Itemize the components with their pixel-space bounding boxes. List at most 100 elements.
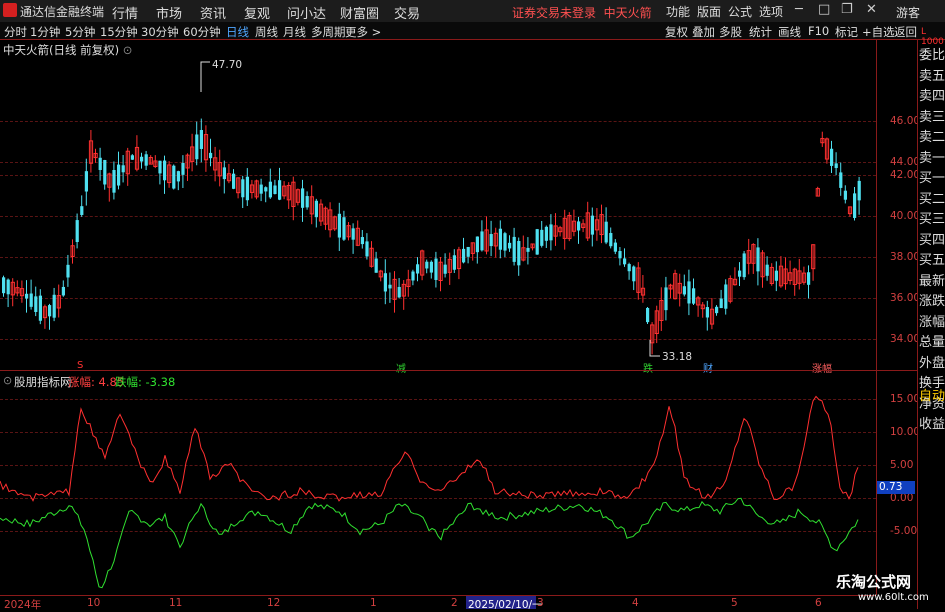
period-timeshare[interactable]: 分时	[4, 24, 27, 40]
candle-body	[2, 277, 6, 294]
candle-body	[48, 305, 52, 317]
menu-market[interactable]: 市场	[156, 3, 182, 22]
candle-body	[176, 171, 180, 182]
period-1min[interactable]: 1分钟	[30, 24, 60, 40]
tool-overlay[interactable]: 叠加	[692, 24, 715, 40]
period-weekly[interactable]: 周线	[255, 24, 278, 40]
candle-body	[360, 237, 364, 245]
indicator-current-value: 0.73	[877, 481, 915, 494]
menu-review[interactable]: 复观	[244, 3, 270, 22]
candle-body	[259, 184, 263, 194]
login-notice[interactable]: 证券交易未登录 中天火箭	[512, 4, 652, 21]
menu-layout[interactable]: 版面	[697, 3, 721, 20]
side-outer-volume[interactable]: 外盘	[919, 352, 945, 371]
indicator-down-line	[0, 497, 859, 589]
menu-quotes[interactable]: 行情	[112, 3, 138, 22]
period-30min[interactable]: 30分钟	[141, 24, 179, 40]
candlestick-chart[interactable]	[0, 40, 876, 370]
candle-body	[425, 261, 429, 269]
candle-body	[609, 232, 613, 247]
period-multi[interactable]: 多周期	[311, 24, 346, 40]
indicator-chart[interactable]	[0, 371, 876, 595]
side-ask-4[interactable]: 卖四	[919, 85, 945, 104]
tool-f10[interactable]: F10	[808, 24, 829, 38]
price-tick: 38.00	[890, 251, 921, 263]
candle-body	[517, 241, 521, 266]
candle-body	[830, 148, 834, 166]
period-daily[interactable]: 日线	[226, 24, 249, 40]
candle-body	[839, 172, 843, 188]
candle-body	[144, 154, 148, 166]
high-pointer	[200, 61, 210, 92]
side-ask-2[interactable]: 卖二	[919, 126, 945, 145]
candle-body	[29, 293, 33, 307]
menu-ask[interactable]: 问小达	[287, 3, 326, 22]
app-name: 通达信金融终端	[20, 5, 105, 19]
watermark-title: 乐淘公式网	[836, 573, 912, 591]
period-5min[interactable]: 5分钟	[65, 24, 95, 40]
tool-adjust[interactable]: 复权	[665, 24, 688, 40]
candle-body	[577, 221, 581, 231]
candle-body	[337, 213, 341, 238]
tool-mark[interactable]: 标记	[835, 24, 858, 40]
price-tick: 44.00	[890, 156, 921, 168]
close-icon[interactable]: ✕	[866, 2, 877, 17]
tool-add-watch[interactable]: +自选	[862, 24, 895, 40]
indicator-tick: 15.00	[890, 393, 921, 405]
side-total-volume[interactable]: 总量	[919, 331, 945, 350]
candle-body	[434, 258, 438, 280]
side-bid-1[interactable]: 买一	[919, 167, 945, 186]
menu-trade[interactable]: 交易	[394, 3, 420, 22]
guest-label[interactable]: 游客	[896, 4, 920, 21]
restore-icon[interactable]: ❐	[841, 2, 853, 17]
low-price-label: 33.18	[662, 351, 693, 363]
side-ask-3[interactable]: 卖三	[919, 106, 945, 125]
side-ask-5[interactable]: 卖五	[919, 65, 945, 84]
side-earnings[interactable]: 收益	[919, 413, 945, 432]
tool-draw[interactable]: 画线	[778, 24, 801, 40]
side-change[interactable]: 涨跌	[919, 290, 945, 309]
menu-wealth[interactable]: 财富圈	[340, 3, 379, 22]
side-bid-4[interactable]: 买四	[919, 229, 945, 248]
period-monthly[interactable]: 月线	[283, 24, 306, 40]
high-price-label: 47.70	[212, 59, 243, 71]
tool-back[interactable]: 返回	[894, 24, 917, 40]
candle-body	[549, 224, 553, 241]
date-label: 3	[537, 597, 544, 609]
side-bid-3[interactable]: 买三	[919, 208, 945, 227]
period-15min[interactable]: 15分钟	[100, 24, 138, 40]
side-last-price[interactable]: 最新	[919, 270, 945, 289]
menu-formula[interactable]: 公式	[728, 3, 752, 20]
maximize-icon[interactable]: □	[818, 2, 830, 17]
date-axis	[0, 595, 876, 610]
candle-body	[383, 273, 387, 292]
price-tick: 36.00	[890, 292, 921, 304]
indicator-tick: 5.00	[890, 459, 914, 471]
tool-multistock[interactable]: 多股	[719, 24, 742, 40]
date-cursor-label: 2025/02/10/一	[468, 599, 543, 611]
candle-body	[498, 228, 502, 250]
side-bid-5[interactable]: 买五	[919, 249, 945, 268]
period-more[interactable]: 更多 >	[345, 24, 381, 40]
menu-news[interactable]: 资讯	[200, 3, 226, 22]
candle-body	[342, 217, 346, 240]
side-change-pct[interactable]: 涨幅	[919, 311, 945, 330]
menu-function[interactable]: 功能	[666, 3, 690, 20]
minimize-icon[interactable]: ─	[795, 2, 803, 17]
candle-body	[241, 179, 245, 198]
side-bid-2[interactable]: 买二	[919, 188, 945, 207]
candle-body	[38, 295, 42, 321]
tool-stats[interactable]: 统计	[749, 24, 772, 40]
candle-body	[692, 288, 696, 304]
date-label: 2	[451, 597, 458, 609]
side-ask-1[interactable]: 卖一	[919, 147, 945, 166]
candle-body	[604, 221, 608, 243]
candle-body	[480, 231, 484, 251]
side-auto-button[interactable]: 自动	[919, 385, 945, 404]
menu-options[interactable]: 选项	[759, 3, 783, 20]
candle-body	[544, 226, 548, 241]
side-commission-ratio[interactable]: 委比	[919, 44, 945, 63]
period-60min[interactable]: 60分钟	[183, 24, 221, 40]
candle-body	[158, 160, 162, 174]
candle-body	[590, 215, 594, 235]
